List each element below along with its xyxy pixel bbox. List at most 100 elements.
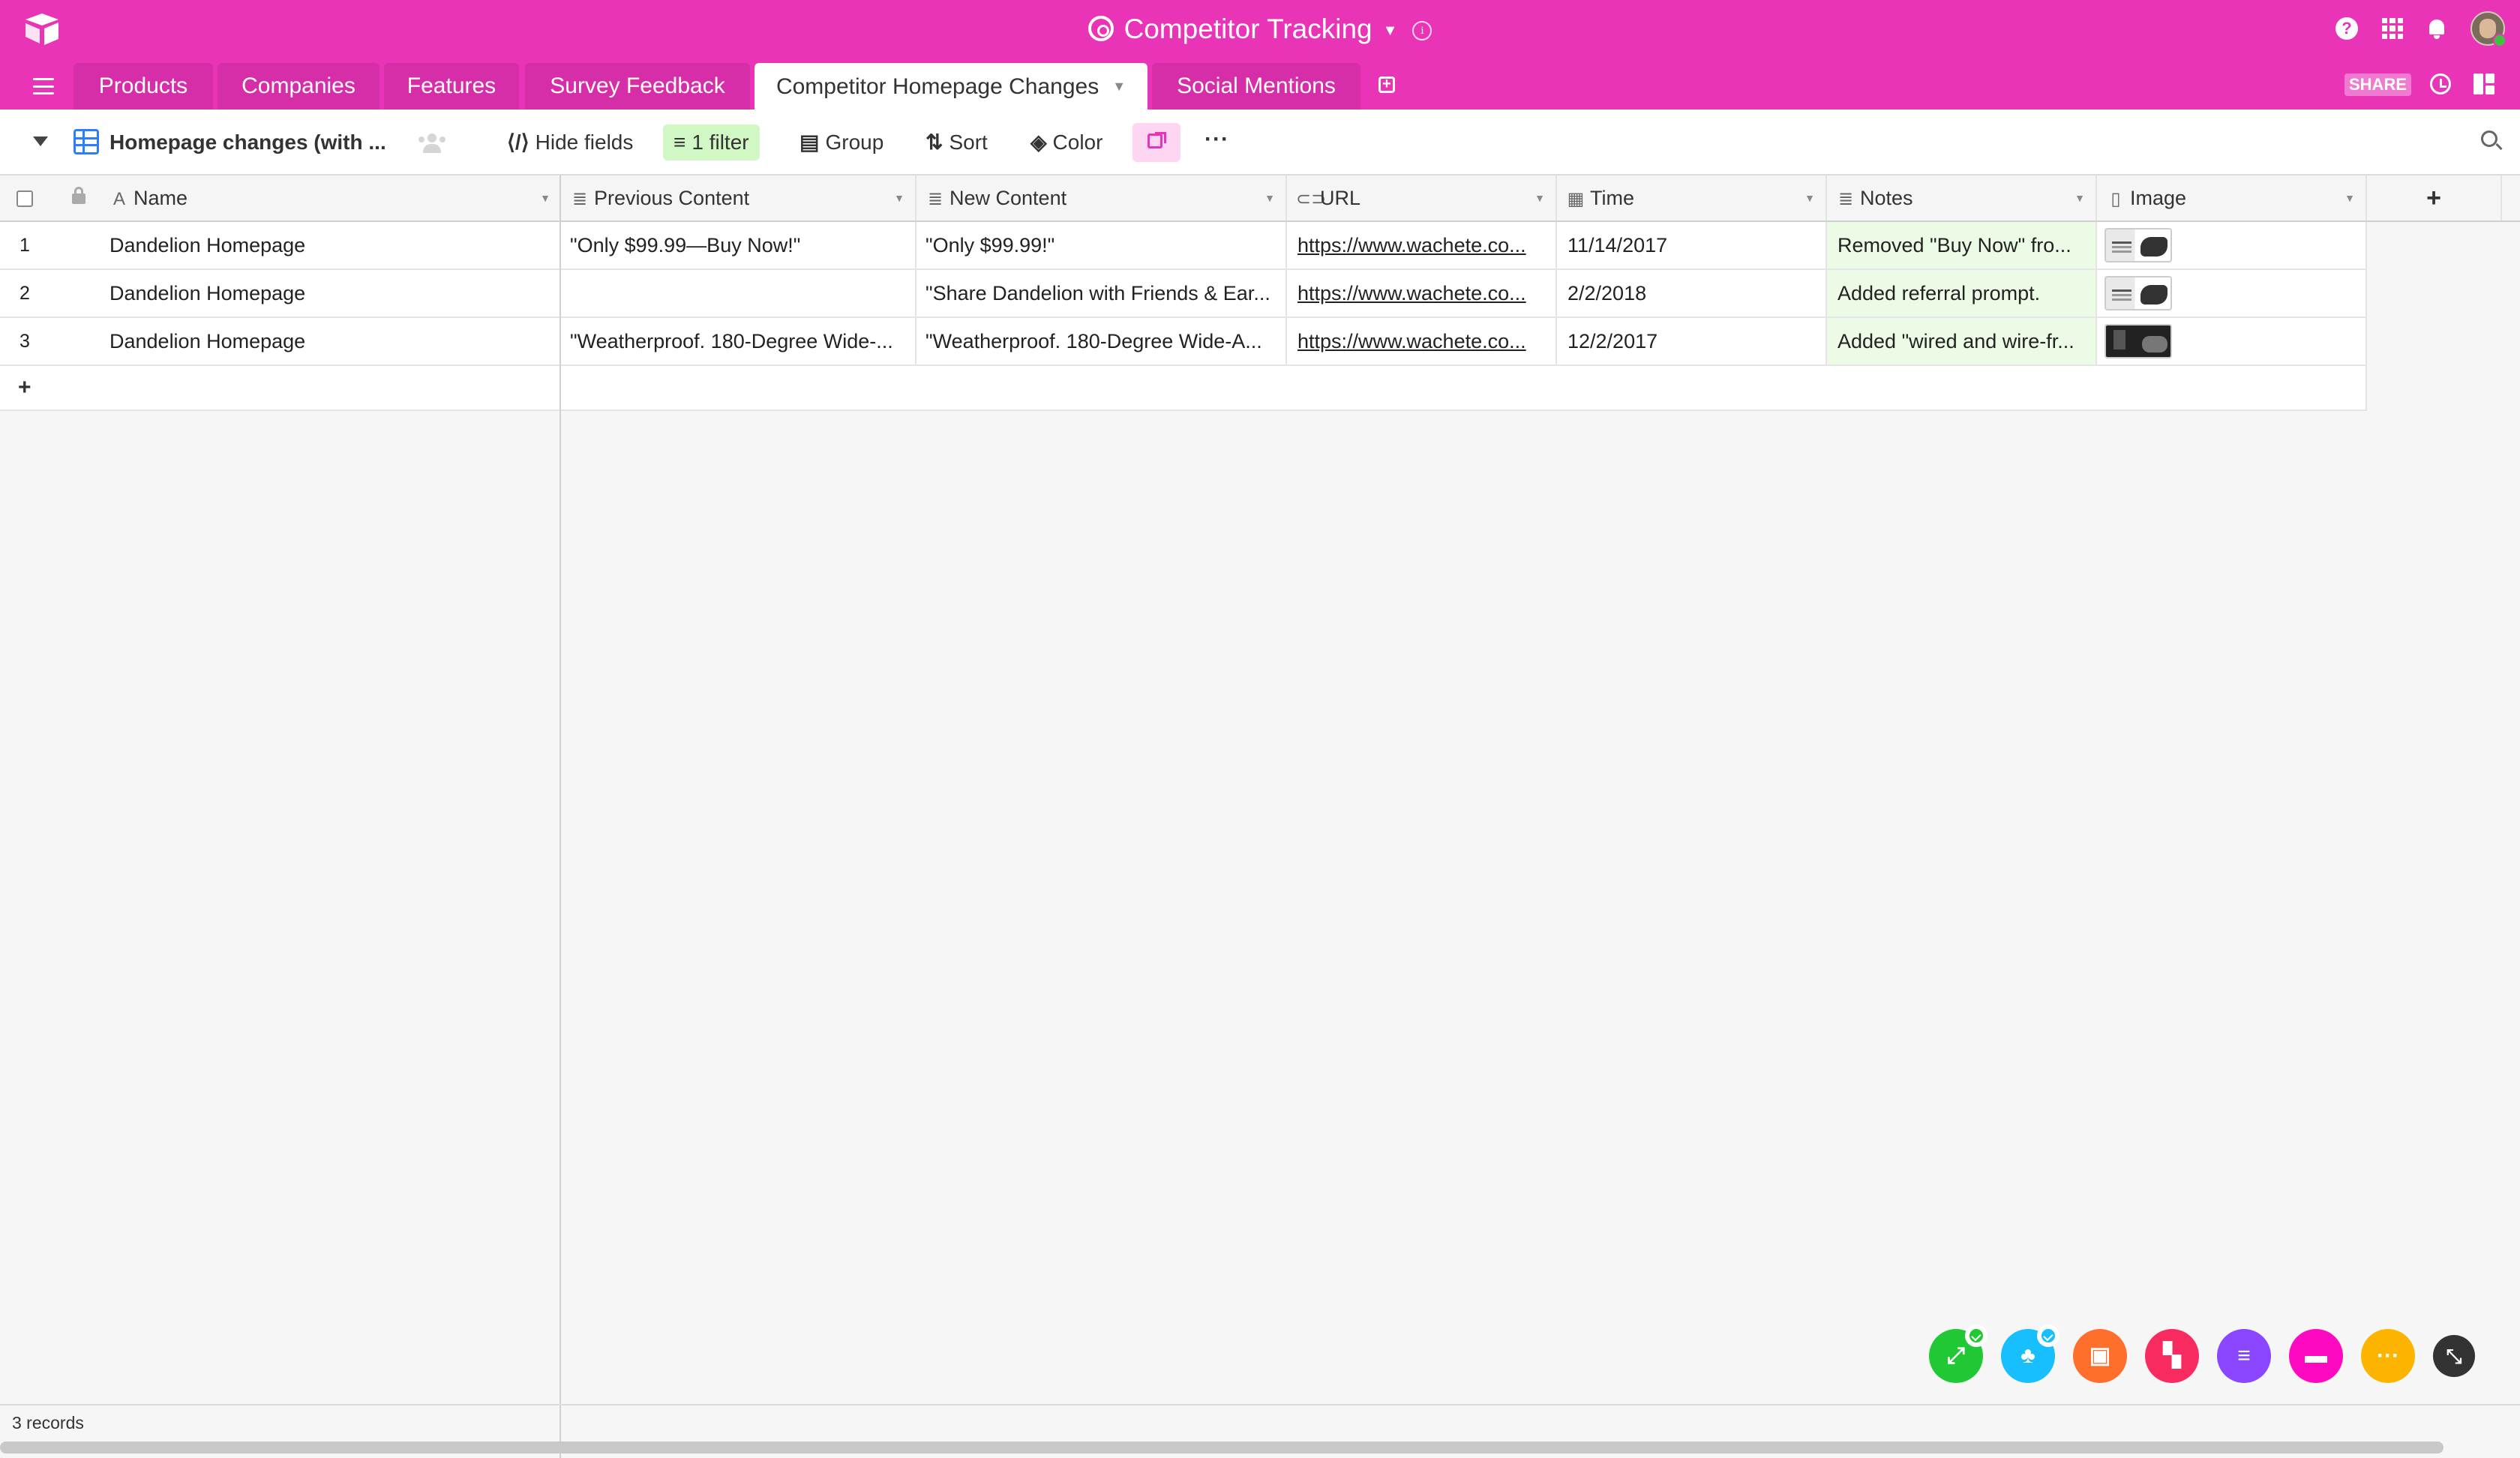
cell-image[interactable] [2097, 222, 2367, 268]
cell-previous-content[interactable]: "Weatherproof. 180-Degree Wide-... [561, 318, 916, 364]
cell-name[interactable]: Dandelion Homepage [100, 270, 560, 316]
add-record-row-extension[interactable] [561, 366, 2367, 411]
column-header-previous-content[interactable]: ≣ Previous Content ▼ [561, 176, 916, 220]
table-row[interactable]: 2 Dandelion Homepage [0, 270, 560, 318]
notifications-bell-icon[interactable] [2427, 18, 2446, 39]
more-options-icon[interactable]: ··· [1204, 124, 1229, 154]
history-icon[interactable] [2430, 74, 2451, 94]
add-field-button[interactable]: + [2367, 176, 2502, 220]
column-menu-icon[interactable]: ▼ [1264, 176, 1275, 220]
pink-app-button[interactable]: ▬ [2289, 1329, 2343, 1383]
add-table-icon[interactable]: + [1378, 76, 1395, 93]
user-avatar[interactable] [2470, 11, 2506, 47]
cell-url[interactable]: https://www.wachete.co... [1287, 270, 1557, 316]
cell-new-content[interactable]: "Only $99.99!" [916, 222, 1287, 268]
column-header-new-content[interactable]: ≣ New Content ▼ [916, 176, 1287, 220]
filter-button[interactable]: ≡ 1 filter [663, 124, 760, 160]
blocks-panel-icon[interactable] [2474, 74, 2494, 94]
row-number: 3 [20, 331, 30, 352]
cell-name[interactable]: Dandelion Homepage [100, 318, 560, 364]
dashboard-icon: ▚ [2163, 1343, 2181, 1368]
red-app-button[interactable]: ▚ [2145, 1329, 2199, 1383]
add-record-icon[interactable]: + [18, 375, 32, 400]
group-icon: ▤ [800, 130, 820, 154]
row-number: 1 [20, 235, 30, 256]
info-icon[interactable]: i [1412, 21, 1432, 40]
base-title[interactable]: Competitor Tracking [1124, 14, 1372, 44]
search-icon[interactable] [2481, 130, 2498, 147]
table-row[interactable]: "Only $99.99—Buy Now!" "Only $99.99!" ht… [561, 222, 2367, 270]
cell-new-content[interactable]: "Weatherproof. 180-Degree Wide-A... [916, 318, 1287, 364]
column-menu-icon[interactable]: ▼ [2074, 176, 2085, 220]
image-thumbnail[interactable] [2104, 324, 2172, 358]
link-field-icon: ⊂⊃ [1296, 189, 1327, 209]
tab-label: Products [98, 74, 188, 98]
image-thumbnail[interactable] [2104, 276, 2172, 310]
cell-image[interactable] [2097, 318, 2367, 364]
base-title-dropdown-icon[interactable]: ▼ [1383, 22, 1398, 39]
cell-notes[interactable]: Removed "Buy Now" fro... [1827, 222, 2097, 268]
tab-products[interactable]: Products [74, 63, 213, 110]
apps-grid-icon[interactable] [2382, 18, 2403, 39]
column-header-notes[interactable]: ≣ Notes ▼ [1827, 176, 2097, 220]
column-menu-icon[interactable]: ▼ [1804, 176, 1815, 220]
orange-app-button[interactable]: ▣ [2073, 1329, 2127, 1383]
horizontal-scrollbar[interactable] [0, 1442, 2444, 1454]
table-row[interactable]: "Share Dandelion with Friends & Ear... h… [561, 270, 2367, 318]
column-header-image[interactable]: ▯ Image ▼ [2097, 176, 2367, 220]
check-badge-icon: .b1::after{} [1965, 1324, 1988, 1347]
share-view-button[interactable] [1132, 123, 1180, 162]
collapse-apps-button[interactable]: ⤡ [2433, 1335, 2475, 1377]
collaborators-icon[interactable] [418, 134, 446, 153]
cell-time[interactable]: 2/2/2018 [1557, 270, 1827, 316]
cell-time[interactable]: 12/2/2017 [1557, 318, 1827, 364]
cell-name[interactable]: Dandelion Homepage [100, 222, 560, 268]
tab-companies[interactable]: Companies [218, 63, 380, 110]
table-row[interactable]: 1 Dandelion Homepage [0, 222, 560, 270]
cell-new-content[interactable]: "Share Dandelion with Friends & Ear... [916, 270, 1287, 316]
tab-survey-feedback[interactable]: Survey Feedback [525, 63, 750, 110]
tab-features[interactable]: Features [384, 63, 519, 110]
tab-dropdown-icon[interactable]: ▼ [1112, 79, 1126, 94]
row-number: 2 [20, 283, 30, 304]
column-menu-icon[interactable]: ▼ [1534, 176, 1545, 220]
frozen-pane: 1 Dandelion Homepage 2 Dandelion Homepag… [0, 176, 561, 1456]
purple-app-button[interactable]: ≡ [2217, 1329, 2271, 1383]
table-row[interactable]: "Weatherproof. 180-Degree Wide-... "Weat… [561, 318, 2367, 366]
color-button[interactable]: ◈ Color [1020, 124, 1113, 160]
hide-fields-button[interactable]: ⟨/⟩ Hide fields [496, 124, 644, 160]
column-label: Previous Content [594, 187, 750, 209]
cell-image[interactable] [2097, 270, 2367, 316]
cell-previous-content[interactable] [561, 270, 916, 316]
tab-competitor-homepage-changes[interactable]: Competitor Homepage Changes ▼ [754, 63, 1148, 110]
green-app-button[interactable]: ⤢.b1::after{} [1929, 1324, 1988, 1383]
table-row[interactable]: 3 Dandelion Homepage [0, 318, 560, 366]
cell-notes[interactable]: Added referral prompt. [1827, 270, 2097, 316]
grid: A Name ▼ ≣ Previous Content ▼ ≣ New Content ▼ … [0, 176, 2520, 1456]
column-menu-icon[interactable]: ▼ [2344, 176, 2355, 220]
top-bar: Competitor Tracking ▼ i ? Products Compani… [0, 0, 2520, 110]
sort-button[interactable]: ⇅ Sort [915, 124, 998, 160]
tab-label: Features [406, 74, 496, 98]
add-record-row[interactable]: + [0, 366, 560, 411]
group-button[interactable]: ▤ Group [789, 124, 894, 160]
column-menu-icon[interactable]: ▼ [894, 176, 904, 220]
view-list-toggle-icon[interactable] [33, 136, 48, 146]
cell-url[interactable]: https://www.wachete.co... [1287, 318, 1557, 364]
column-header-time[interactable]: ▦ Time ▼ [1557, 176, 1827, 220]
collapse-arrows-icon: ⤡ [2446, 1345, 2462, 1367]
cell-notes[interactable]: Added "wired and wire-fr... [1827, 318, 2097, 364]
column-header-url[interactable]: ⊂⊃URL ▼ [1287, 176, 1557, 220]
cell-url[interactable]: https://www.wachete.co... [1287, 222, 1557, 268]
blue-app-button[interactable]: ♣ [2001, 1324, 2060, 1383]
image-thumbnail[interactable] [2104, 228, 2172, 262]
cell-previous-content[interactable]: "Only $99.99—Buy Now!" [561, 222, 916, 268]
help-icon[interactable]: ? [2336, 17, 2358, 40]
footer: 3 records [0, 1404, 2520, 1458]
tab-social-mentions[interactable]: Social Mentions [1152, 63, 1360, 110]
view-name[interactable]: Homepage changes (with ... [110, 124, 386, 160]
menu-hamburger-icon[interactable] [33, 78, 54, 94]
share-button[interactable]: SHARE [2344, 74, 2412, 96]
yellow-app-button[interactable]: ··· [2361, 1329, 2415, 1383]
cell-time[interactable]: 11/14/2017 [1557, 222, 1827, 268]
